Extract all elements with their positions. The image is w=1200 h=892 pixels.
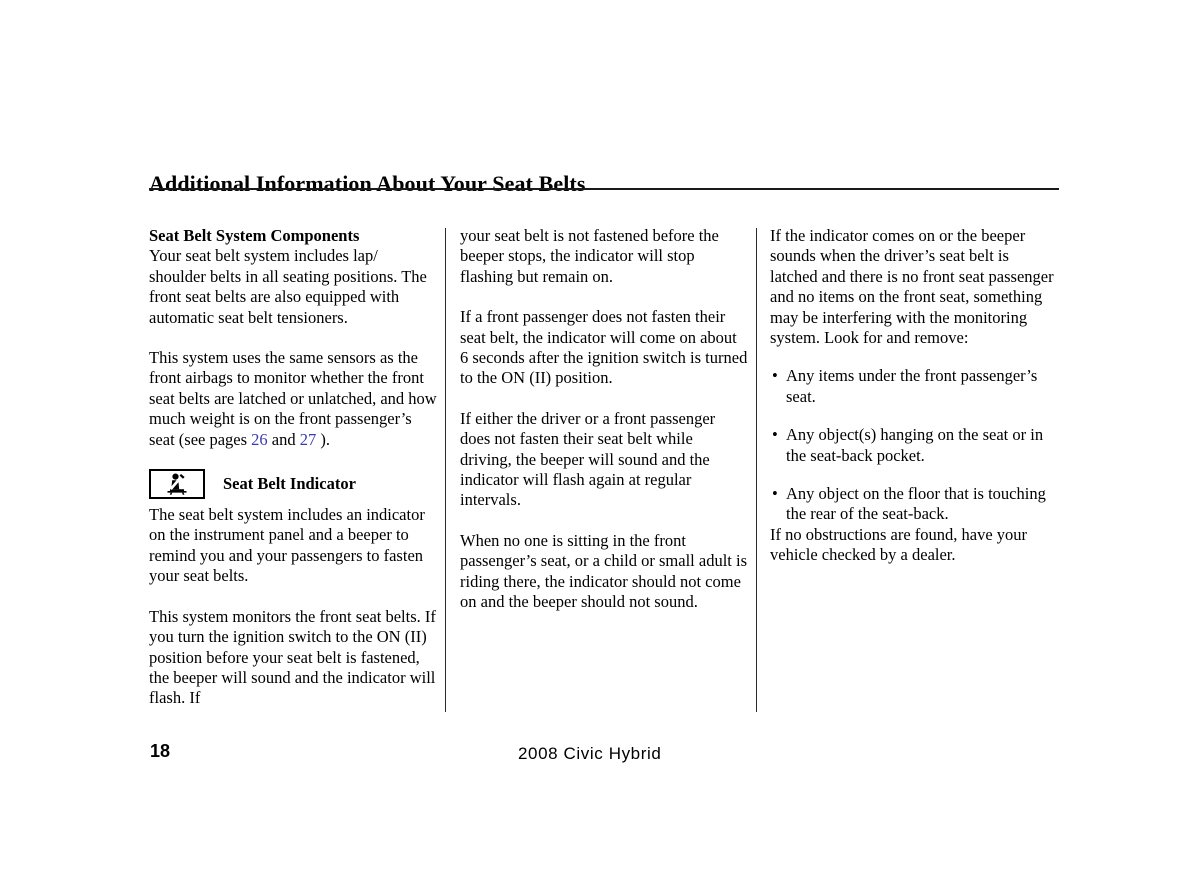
paragraph-components-body: Your seat belt system includes lap/ shou…: [149, 246, 427, 327]
footer-model-name: 2008 Civic Hybrid: [518, 744, 662, 763]
list-item: • Any object(s) hanging on the seat or in…: [770, 425, 1058, 466]
seat-belt-indicator-icon: [149, 469, 205, 500]
bullet-icon: •: [772, 484, 778, 504]
bullet-icon: •: [772, 425, 778, 445]
manual-page: Additional Information About Your Seat B…: [0, 0, 1200, 892]
page-title: Additional Information About Your Seat B…: [149, 170, 586, 196]
list-item-label: Any object on the floor that is touching…: [786, 484, 1046, 524]
paragraph-belt-not-fastened: your seat belt is not fastened before th…: [460, 226, 719, 286]
page-number: 18: [150, 741, 171, 761]
paragraph-block-intro: Seat Belt System Components Your seat bel…: [149, 226, 437, 328]
column-divider-right: [756, 228, 757, 712]
content-columns: Seat Belt System Components Your seat bel…: [149, 226, 1059, 716]
list-item: • Any object on the floor that is touchin…: [770, 484, 1058, 525]
column-three: If the indicator comes on or the beeper …: [770, 226, 1058, 566]
paragraph-no-one-sitting: When no one is sitting in the front pass…: [460, 530, 748, 612]
section-heading-indicator: Seat Belt Indicator: [223, 473, 356, 493]
section-heading-components: Seat Belt System Components: [149, 226, 360, 245]
page-reference-27[interactable]: 27: [300, 430, 317, 449]
paragraph-front-passenger-not-fasten: If a front passenger does not fasten the…: [460, 307, 748, 388]
bullet-icon: •: [772, 366, 778, 386]
page-reference-26[interactable]: 26: [251, 430, 268, 449]
list-item: • Any items under the front passenger’s s…: [770, 366, 1058, 407]
seat-belt-indicator-header: Seat Belt Indicator: [149, 469, 437, 500]
list-item-label: Any items under the front passenger’s se…: [786, 366, 1038, 406]
paragraph-no-obstructions: If no obstructions are found, have your …: [770, 524, 1028, 565]
paragraph-driver-or-passenger-driving: If either the driver or a front passenge…: [460, 408, 716, 510]
title-divider-rule: [149, 188, 1059, 190]
obstruction-list: • Any items under the front passenger’s s…: [770, 366, 1058, 524]
paragraph-sensors-text-3: ).: [316, 429, 330, 449]
paragraph-indicator-beeper: The seat belt system includes an indicat…: [149, 505, 425, 586]
paragraph-sensors-text-2: and: [267, 429, 300, 449]
paragraph-sensors: This system uses the same sensors as the…: [149, 348, 437, 450]
column-one: Seat Belt System Components Your seat bel…: [149, 226, 437, 709]
paragraph-monitors-front-belts: This system monitors the front seat belt…: [149, 606, 436, 708]
paragraph-interference-monitoring: If the indicator comes on or the beeper …: [770, 226, 1054, 348]
list-item-label: Any object(s) hanging on the seat or in …: [786, 425, 1044, 465]
column-divider-left: [445, 228, 446, 712]
column-two: your seat belt is not fastened before th…: [460, 226, 748, 613]
